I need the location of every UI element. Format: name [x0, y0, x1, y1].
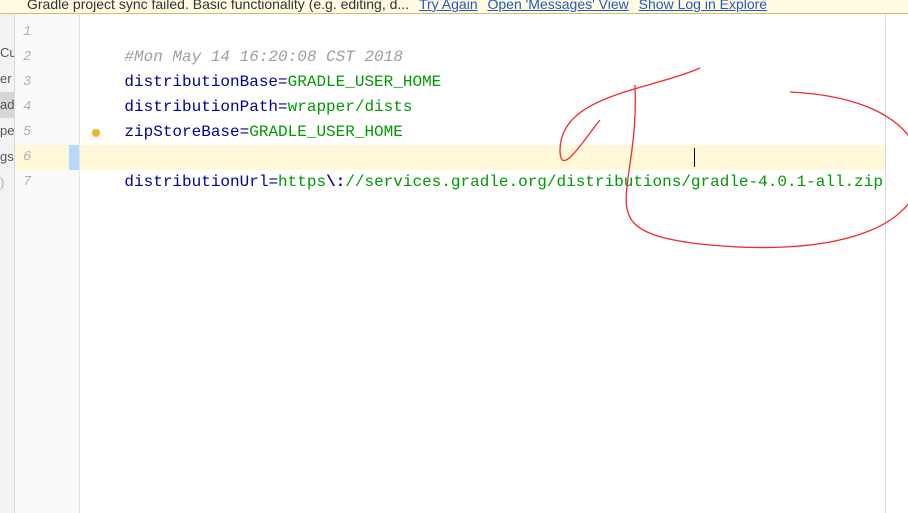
side-item[interactable]: gs) — [0, 144, 14, 170]
code-line[interactable] — [80, 170, 885, 195]
sync-failed-message: Gradle project sync failed. Basic functi… — [27, 0, 409, 12]
code-line[interactable]: zipStorePath=wrapper/dists — [80, 120, 885, 145]
code-line[interactable]: distributionPath=wrapper/dists — [80, 70, 885, 95]
code-editor[interactable]: #Mon May 14 16:20:08 CST 2018 distributi… — [80, 14, 886, 513]
open-messages-link[interactable]: Open 'Messages' View — [488, 0, 629, 12]
side-panel: Cu er ad per gs) ) — [0, 14, 15, 513]
line-number[interactable]: 7 — [15, 170, 79, 195]
line-number[interactable]: 6 — [15, 145, 79, 170]
code-line[interactable]: #Mon May 14 16:20:08 CST 2018 — [80, 20, 885, 45]
line-number[interactable]: 1 — [15, 20, 79, 45]
code-line[interactable]: distributionUrl=https\://services.gradle… — [80, 145, 885, 170]
line-number[interactable]: 2 — [15, 45, 79, 70]
text-caret — [694, 148, 695, 167]
line-number[interactable]: 3 — [15, 70, 79, 95]
code-line[interactable]: distributionBase=GRADLE_USER_HOME — [80, 45, 885, 70]
side-item[interactable]: er — [0, 66, 14, 92]
line-number[interactable]: 4 — [15, 95, 79, 120]
try-again-link[interactable]: Try Again — [419, 0, 478, 12]
gutter-marker-icon — [92, 129, 100, 137]
code-line[interactable]: zipStoreBase=GRADLE_USER_HOME — [80, 95, 885, 120]
side-item[interactable]: per — [0, 118, 14, 144]
side-item[interactable]: Cu — [0, 40, 14, 66]
side-item[interactable]: ad — [0, 92, 14, 118]
line-number-gutter[interactable]: 1 2 3 4 5 6 7 — [15, 14, 80, 513]
side-item[interactable]: ) — [0, 170, 14, 196]
sync-failed-bar: Gradle project sync failed. Basic functi… — [0, 0, 908, 14]
line-number[interactable]: 5 — [15, 120, 79, 145]
show-log-link[interactable]: Show Log in Explore — [639, 0, 767, 12]
